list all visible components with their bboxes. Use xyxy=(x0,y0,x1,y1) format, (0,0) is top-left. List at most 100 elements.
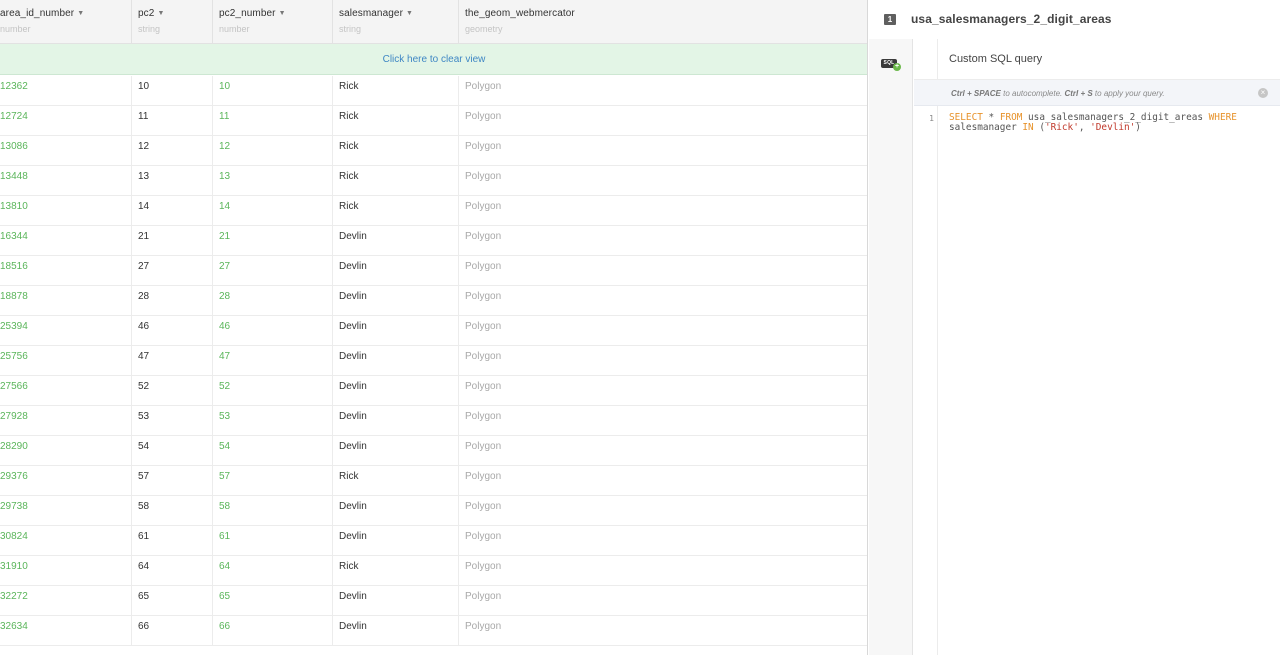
cell-salesmanager[interactable]: Rick xyxy=(332,166,458,196)
cell-area-id-number[interactable]: 27566 xyxy=(0,376,125,406)
table-row[interactable]: 16344 21 21 Devlin Polygon xyxy=(0,226,867,256)
cell-pc2-number[interactable]: 27 xyxy=(212,256,332,286)
column-header-pc2[interactable]: pc2 ▼ string xyxy=(131,0,212,44)
cell-salesmanager[interactable]: Devlin xyxy=(332,316,458,346)
table-row[interactable]: 30824 61 61 Devlin Polygon xyxy=(0,526,867,556)
cell-pc2[interactable]: 54 xyxy=(131,436,212,466)
sql-tool-button[interactable]: SQL + xyxy=(881,58,902,72)
cell-pc2[interactable]: 13 xyxy=(131,166,212,196)
cell-salesmanager[interactable]: Devlin xyxy=(332,376,458,406)
table-row[interactable]: 18878 28 28 Devlin Polygon xyxy=(0,286,867,316)
cell-geometry[interactable]: Polygon xyxy=(458,436,867,466)
cell-area-id-number[interactable]: 32634 xyxy=(0,616,125,646)
cell-geometry[interactable]: Polygon xyxy=(458,496,867,526)
table-row[interactable]: 32634 66 66 Devlin Polygon xyxy=(0,616,867,646)
cell-pc2[interactable]: 64 xyxy=(131,556,212,586)
cell-pc2-number[interactable]: 52 xyxy=(212,376,332,406)
cell-salesmanager[interactable]: Rick xyxy=(332,196,458,226)
cell-salesmanager[interactable]: Rick xyxy=(332,136,458,166)
cell-area-id-number[interactable]: 28290 xyxy=(0,436,125,466)
cell-area-id-number[interactable]: 29738 xyxy=(0,496,125,526)
cell-salesmanager[interactable]: Devlin xyxy=(332,496,458,526)
cell-geometry[interactable]: Polygon xyxy=(458,136,867,166)
cell-pc2[interactable]: 28 xyxy=(131,286,212,316)
cell-area-id-number[interactable]: 31910 xyxy=(0,556,125,586)
table-row[interactable]: 12724 11 11 Rick Polygon xyxy=(0,106,867,136)
cell-pc2-number[interactable]: 28 xyxy=(212,286,332,316)
table-row[interactable]: 12362 10 10 Rick Polygon xyxy=(0,76,867,106)
cell-salesmanager[interactable]: Devlin xyxy=(332,256,458,286)
cell-area-id-number[interactable]: 13448 xyxy=(0,166,125,196)
cell-geometry[interactable]: Polygon xyxy=(458,406,867,436)
cell-pc2-number[interactable]: 57 xyxy=(212,466,332,496)
table-row[interactable]: 13448 13 13 Rick Polygon xyxy=(0,166,867,196)
cell-pc2[interactable]: 53 xyxy=(131,406,212,436)
cell-area-id-number[interactable]: 16344 xyxy=(0,226,125,256)
cell-area-id-number[interactable]: 27928 xyxy=(0,406,125,436)
cell-pc2-number[interactable]: 64 xyxy=(212,556,332,586)
cell-area-id-number[interactable]: 32272 xyxy=(0,586,125,616)
cell-pc2-number[interactable]: 47 xyxy=(212,346,332,376)
cell-area-id-number[interactable]: 12362 xyxy=(0,76,125,106)
cell-geometry[interactable]: Polygon xyxy=(458,526,867,556)
cell-salesmanager[interactable]: Devlin xyxy=(332,226,458,256)
cell-salesmanager[interactable]: Devlin xyxy=(332,436,458,466)
caret-down-icon[interactable]: ▼ xyxy=(77,10,84,17)
cell-geometry[interactable]: Polygon xyxy=(458,616,867,646)
cell-pc2[interactable]: 61 xyxy=(131,526,212,556)
cell-pc2[interactable]: 66 xyxy=(131,616,212,646)
cell-pc2[interactable]: 57 xyxy=(131,466,212,496)
table-row[interactable]: 28290 54 54 Devlin Polygon xyxy=(0,436,867,466)
cell-area-id-number[interactable]: 29376 xyxy=(0,466,125,496)
cell-geometry[interactable]: Polygon xyxy=(458,376,867,406)
cell-geometry[interactable]: Polygon xyxy=(458,586,867,616)
cell-area-id-number[interactable]: 25756 xyxy=(0,346,125,376)
sql-query-text[interactable]: SELECT * FROM usa_salesmanagers_2_digit_… xyxy=(949,113,1269,133)
cell-pc2-number[interactable]: 10 xyxy=(212,76,332,106)
cell-salesmanager[interactable]: Devlin xyxy=(332,586,458,616)
cell-pc2[interactable]: 12 xyxy=(131,136,212,166)
cell-pc2-number[interactable]: 46 xyxy=(212,316,332,346)
cell-pc2-number[interactable]: 61 xyxy=(212,526,332,556)
cell-salesmanager[interactable]: Rick xyxy=(332,76,458,106)
cell-pc2-number[interactable]: 11 xyxy=(212,106,332,136)
table-row[interactable]: 13086 12 12 Rick Polygon xyxy=(0,136,867,166)
close-icon[interactable]: × xyxy=(1258,88,1268,98)
sql-code-editor[interactable]: 1 SELECT * FROM usa_salesmanagers_2_digi… xyxy=(914,106,1280,655)
cell-area-id-number[interactable]: 12724 xyxy=(0,106,125,136)
caret-down-icon[interactable]: ▼ xyxy=(279,10,286,17)
table-row[interactable]: 18516 27 27 Devlin Polygon xyxy=(0,256,867,286)
cell-pc2[interactable]: 10 xyxy=(131,76,212,106)
cell-pc2[interactable]: 65 xyxy=(131,586,212,616)
cell-pc2[interactable]: 46 xyxy=(131,316,212,346)
table-row[interactable]: 31910 64 64 Rick Polygon xyxy=(0,556,867,586)
cell-pc2[interactable]: 52 xyxy=(131,376,212,406)
cell-salesmanager[interactable]: Devlin xyxy=(332,406,458,436)
cell-geometry[interactable]: Polygon xyxy=(458,316,867,346)
table-row[interactable]: 25756 47 47 Devlin Polygon xyxy=(0,346,867,376)
cell-pc2-number[interactable]: 13 xyxy=(212,166,332,196)
cell-area-id-number[interactable]: 25394 xyxy=(0,316,125,346)
cell-salesmanager[interactable]: Rick xyxy=(332,466,458,496)
cell-geometry[interactable]: Polygon xyxy=(458,556,867,586)
cell-geometry[interactable]: Polygon xyxy=(458,346,867,376)
cell-pc2-number[interactable]: 21 xyxy=(212,226,332,256)
cell-geometry[interactable]: Polygon xyxy=(458,226,867,256)
table-row[interactable]: 27566 52 52 Devlin Polygon xyxy=(0,376,867,406)
cell-pc2[interactable]: 11 xyxy=(131,106,212,136)
cell-pc2[interactable]: 27 xyxy=(131,256,212,286)
cell-pc2[interactable]: 47 xyxy=(131,346,212,376)
cell-area-id-number[interactable]: 13086 xyxy=(0,136,125,166)
caret-down-icon[interactable]: ▼ xyxy=(406,10,413,17)
column-header-area-id-number[interactable]: area_id_number ▼ number xyxy=(0,0,131,44)
cell-area-id-number[interactable]: 13810 xyxy=(0,196,125,226)
cell-pc2-number[interactable]: 53 xyxy=(212,406,332,436)
table-row[interactable]: 13810 14 14 Rick Polygon xyxy=(0,196,867,226)
cell-geometry[interactable]: Polygon xyxy=(458,286,867,316)
table-row[interactable]: 29376 57 57 Rick Polygon xyxy=(0,466,867,496)
table-row[interactable]: 32272 65 65 Devlin Polygon xyxy=(0,586,867,616)
table-row[interactable]: 27928 53 53 Devlin Polygon xyxy=(0,406,867,436)
cell-pc2-number[interactable]: 65 xyxy=(212,586,332,616)
cell-salesmanager[interactable]: Rick xyxy=(332,556,458,586)
cell-salesmanager[interactable]: Rick xyxy=(332,106,458,136)
